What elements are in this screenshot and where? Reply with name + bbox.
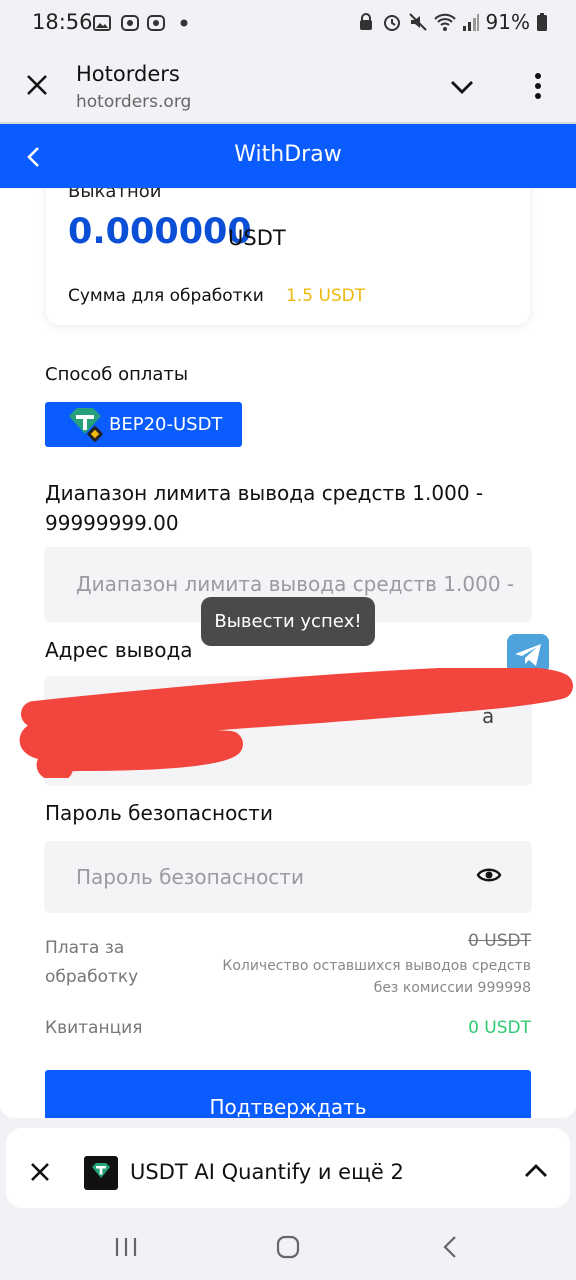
payment-method-label: BEP20-USDT: [109, 414, 223, 435]
password-input[interactable]: Пароль безопасности: [44, 841, 532, 913]
more-vert-icon[interactable]: [534, 72, 542, 100]
receipt-value: 0 USDT: [468, 1018, 531, 1038]
fee-label-line2: обработку: [45, 967, 139, 987]
fee-strike-value: 0 USDT: [468, 931, 531, 951]
processing-value: 1.5 USDT: [286, 286, 366, 306]
password-placeholder: Пароль безопасности: [76, 865, 304, 889]
browser-bar: Hotorders hotorders.org: [0, 46, 576, 124]
browser-title: Hotorders: [76, 62, 180, 86]
browser-url: hotorders.org: [76, 92, 192, 112]
balance-currency: USDT: [228, 226, 286, 250]
mute-icon: [408, 13, 427, 31]
payment-method-button[interactable]: BEP20-USDT: [45, 402, 242, 447]
lock-icon: [359, 13, 372, 30]
processing-label: Сумма для обработки: [68, 286, 264, 306]
app-header: WithDraw: [0, 124, 576, 188]
eye-icon[interactable]: [476, 865, 502, 885]
fee-note-line1: Количество оставшихся выводов средств: [222, 958, 531, 974]
media-icon-2: [147, 15, 165, 31]
battery-percent: 91%: [485, 10, 530, 34]
recents-icon[interactable]: [114, 1236, 138, 1258]
receipt-label: Квитанция: [45, 1018, 143, 1038]
tab-sheet[interactable]: USDT AI Quantify и ещё 2: [6, 1128, 570, 1208]
media-icon: [121, 15, 139, 31]
password-label: Пароль безопасности: [45, 801, 273, 825]
signal-icon: [462, 14, 479, 31]
success-toast: Вывести успех!: [201, 597, 375, 646]
address-label: Адрес вывода: [45, 638, 193, 662]
amount-placeholder: Диапазон лимита вывода средств 1.000 -: [76, 572, 515, 596]
app-logo-icon: [84, 1156, 118, 1190]
home-icon[interactable]: [276, 1235, 300, 1259]
balance-card: Выкатной 0.000000 USDT Сумма для обработ…: [46, 188, 530, 325]
system-nav-bar: [0, 1210, 576, 1280]
tether-icon: [69, 408, 103, 442]
withdraw-content: Выкатной 0.000000 USDT Сумма для обработ…: [0, 188, 576, 1118]
wifi-icon: [433, 13, 456, 31]
back-nav-icon[interactable]: [442, 1235, 458, 1259]
confirm-button[interactable]: Подтверждать: [45, 1070, 531, 1118]
gallery-icon: [93, 15, 111, 31]
balance-label: Выкатной: [68, 188, 162, 202]
page-title: WithDraw: [234, 142, 342, 167]
status-bar: 18:56 91%: [0, 0, 576, 46]
fee-label-line1: Плата за: [45, 938, 125, 958]
fee-note-line2: без комиссии 999998: [373, 980, 531, 996]
limit-label: Диапазон лимита вывода средств 1.000 - 9…: [45, 481, 484, 535]
balance-amount: 0.000000: [68, 212, 252, 252]
close-tab-icon[interactable]: [30, 1162, 50, 1182]
tab-sheet-title: USDT AI Quantify и ещё 2: [130, 1160, 404, 1184]
status-right: 91%: [356, 10, 548, 34]
battery-icon: [537, 13, 547, 31]
alarm-icon: [383, 15, 400, 31]
status-time: 18:56: [32, 10, 93, 34]
close-icon[interactable]: [26, 74, 48, 96]
redaction-scribble: [19, 668, 573, 778]
chevron-up-icon[interactable]: [524, 1164, 548, 1178]
dot-icon: [180, 19, 188, 27]
payment-label: Способ оплаты: [45, 364, 189, 385]
chevron-down-icon[interactable]: [450, 80, 474, 94]
